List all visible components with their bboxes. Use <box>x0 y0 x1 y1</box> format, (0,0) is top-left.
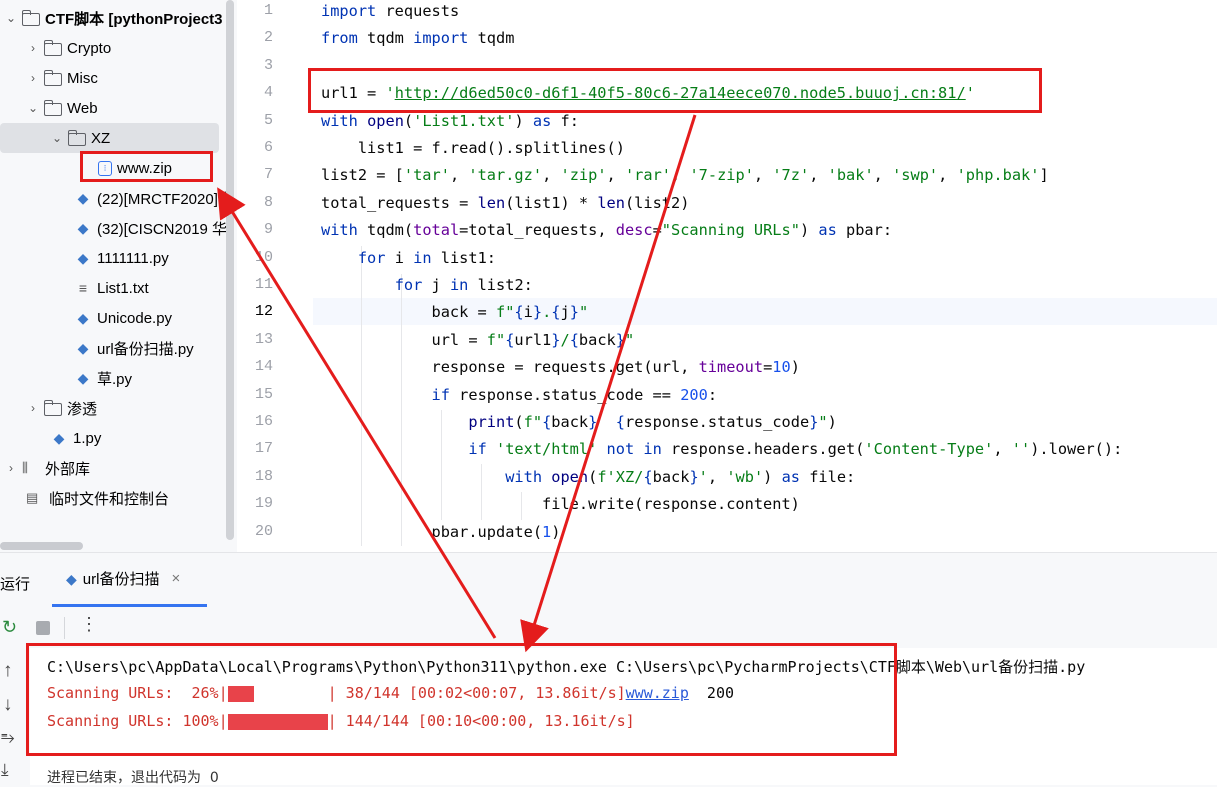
annotation-arrows <box>217 114 697 653</box>
arrow-url-to-console <box>520 114 697 653</box>
arrow-console-to-zip <box>217 187 497 639</box>
